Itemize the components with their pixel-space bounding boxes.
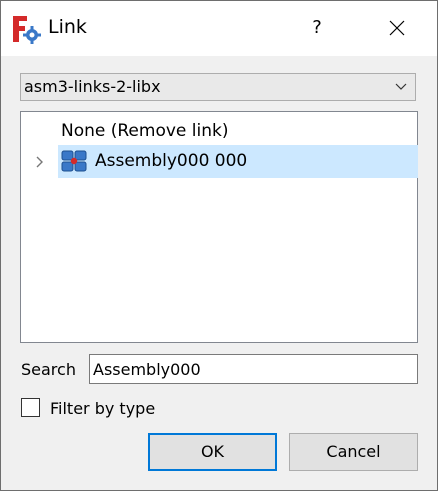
window-title: Link <box>48 16 87 38</box>
tree-item-label: Assembly000 000 <box>95 151 248 171</box>
tree-item-label: None (Remove link) <box>61 121 229 141</box>
search-input[interactable] <box>89 354 418 384</box>
filter-by-type-checkbox[interactable] <box>21 398 40 417</box>
freecad-gear-icon <box>13 16 41 44</box>
cancel-button[interactable]: Cancel <box>289 433 418 471</box>
tree-item-assembly[interactable]: Assembly000 000 <box>58 145 418 178</box>
tree-item-none[interactable]: None (Remove link) <box>59 115 415 148</box>
link-dialog: Link ? asm3-links-2-libx None (Remove li… <box>0 0 438 491</box>
object-tree[interactable]: None (Remove link) Assembly000 000 <box>20 111 418 343</box>
document-combo[interactable]: asm3-links-2-libx <box>20 73 416 101</box>
chevron-down-icon <box>395 83 407 90</box>
help-button[interactable]: ? <box>303 11 331 45</box>
document-combo-value: asm3-links-2-libx <box>24 77 161 96</box>
filter-by-type-label[interactable]: Filter by type <box>50 399 155 418</box>
close-icon[interactable] <box>381 11 413 45</box>
chevron-right-icon[interactable] <box>35 155 45 169</box>
ok-button[interactable]: OK <box>148 433 277 471</box>
search-label: Search <box>21 360 76 379</box>
title-bar[interactable]: Link ? <box>1 1 437 56</box>
assembly-icon <box>61 150 87 172</box>
